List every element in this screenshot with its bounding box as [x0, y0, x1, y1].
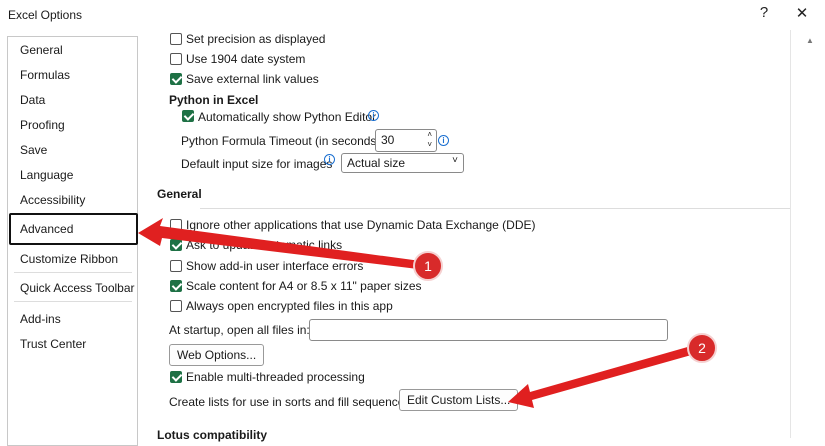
arrow-2 [508, 344, 702, 408]
badge-2: 2 [698, 340, 706, 356]
badge-1: 1 [424, 258, 432, 274]
arrow-1 [138, 218, 428, 270]
annotation-overlay: 1 2 [138, 218, 717, 408]
